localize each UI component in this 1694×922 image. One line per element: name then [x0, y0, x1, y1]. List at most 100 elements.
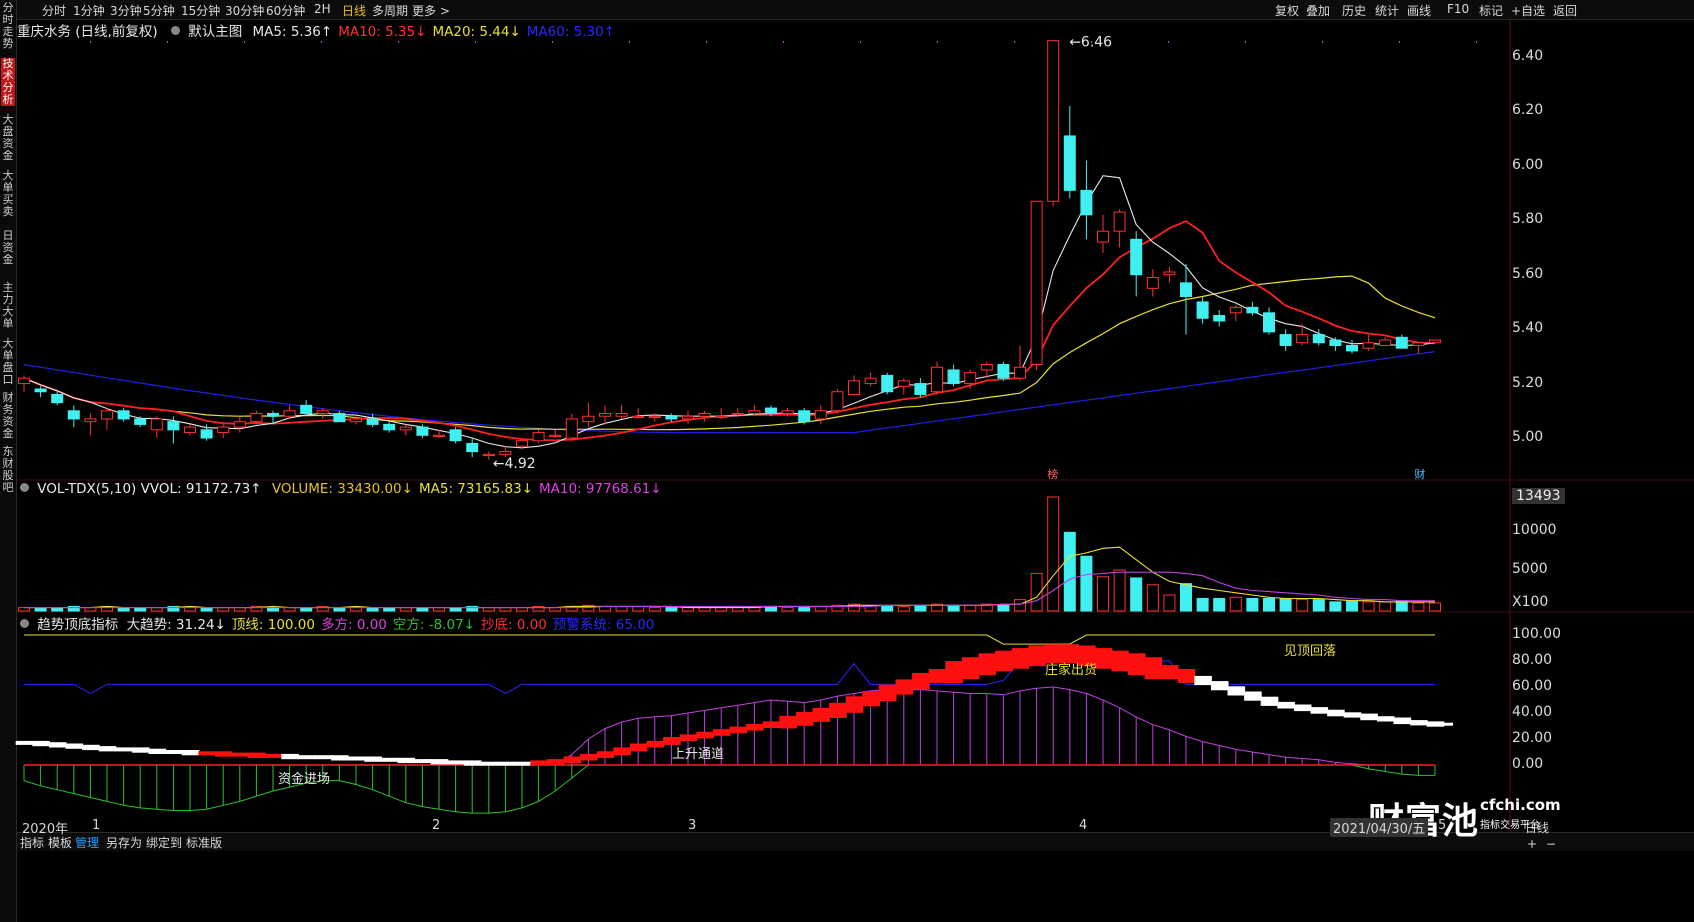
- trend-block-red: [214, 751, 233, 757]
- indicator-axis-label: 0.00: [1512, 756, 1544, 772]
- volume-axis-label: X100: [1512, 594, 1549, 610]
- chart-canvas[interactable]: ←6.46 ←4.92 榜 财资金进场 上升通道 庄家出货 见顶回落: [0, 0, 1694, 922]
- indicator-annotation: 庄家出货: [1045, 662, 1097, 678]
- trend-block-white: [331, 755, 349, 761]
- trend-block-white: [32, 740, 50, 747]
- candle-body: [648, 415, 661, 418]
- trend-block-white: [1435, 722, 1453, 726]
- trend-block-red: [264, 753, 283, 758]
- trend-block-white: [165, 750, 183, 754]
- volume-bar: [615, 605, 628, 612]
- candle-body: [599, 413, 611, 417]
- trend-block-red: [696, 731, 714, 739]
- trend-block-red: [231, 752, 250, 757]
- candle-body: [350, 418, 362, 423]
- candle-body: [897, 380, 910, 387]
- candle-body: [532, 432, 545, 442]
- bottom-tab[interactable]: 标准版: [186, 834, 222, 851]
- volume-bar: [1180, 583, 1192, 612]
- volume-bar: [1163, 594, 1176, 612]
- candle-body: [51, 393, 64, 404]
- marker-dot: [1399, 41, 1400, 43]
- volume-bar: [1246, 597, 1259, 612]
- volume-axis-label: 5000: [1512, 561, 1548, 577]
- candle-body: [1279, 334, 1292, 346]
- candle-body: [366, 418, 379, 425]
- bottom-tab[interactable]: 管理: [75, 834, 99, 851]
- volume-bar: [1196, 597, 1209, 612]
- trend-block-white: [447, 760, 465, 765]
- candle-body: [433, 434, 445, 437]
- trend-block-red: [248, 752, 266, 758]
- volume-bar: [947, 604, 960, 612]
- date-axis-label: 4: [1079, 818, 1088, 833]
- candle-body: [1047, 40, 1060, 202]
- event-marker-cai: 财: [1414, 467, 1425, 481]
- candle-body: [150, 418, 163, 431]
- indicator-annotation: 见顶回落: [1284, 644, 1336, 659]
- candle-body: [615, 413, 628, 417]
- volume-bar: [997, 604, 1010, 612]
- bottom-tab[interactable]: 另存为: [106, 834, 142, 851]
- volume-bar: [665, 607, 678, 612]
- trend-block-red: [563, 756, 582, 764]
- candle-body: [1030, 200, 1043, 366]
- marker-dot: [1014, 41, 1015, 43]
- candle-body: [383, 423, 396, 431]
- zoom-control[interactable]: +: [1527, 837, 1537, 851]
- candle-body: [914, 383, 927, 395]
- date-axis-label: 2021/04/30/五: [1330, 818, 1429, 837]
- marker-dot: [629, 41, 630, 43]
- candle-body: [1429, 339, 1441, 344]
- trend-block-white: [1376, 716, 1395, 722]
- date-axis-label: 3: [688, 818, 697, 833]
- candle-body: [1097, 230, 1109, 243]
- volume-bar: [1429, 602, 1441, 612]
- volume-bar: [1063, 531, 1076, 612]
- volume-bar: [1213, 597, 1226, 612]
- volume-bar: [648, 607, 661, 612]
- candle-body: [200, 429, 213, 439]
- trend-block-white: [1194, 675, 1212, 686]
- bear-line: [23, 764, 1435, 814]
- candle-body: [980, 364, 993, 371]
- low-price-label: ←4.92: [493, 456, 536, 472]
- marker-dot: [937, 41, 938, 43]
- candle-body: [698, 413, 711, 417]
- volume-bar: [798, 607, 811, 612]
- volume-bar: [1097, 576, 1109, 612]
- candle-body: [798, 410, 811, 423]
- indicator-axis-label: 80.00: [1512, 652, 1553, 668]
- candle-body: [731, 413, 744, 416]
- trend-block-red: [1061, 644, 1080, 664]
- ma10-line: [23, 220, 1436, 442]
- volume-bar: [897, 605, 910, 612]
- trend-block-white: [1360, 713, 1378, 721]
- trend-block-red: [945, 661, 963, 683]
- watermark-slogan: 指标交易平台: [1480, 820, 1540, 831]
- candle-body: [250, 413, 263, 423]
- trend-block-red: [1111, 650, 1129, 672]
- trend-block-red: [1011, 648, 1030, 669]
- trend-block-red: [829, 702, 847, 718]
- trend-block-red: [912, 672, 930, 690]
- price-axis-label: 5.40: [1512, 320, 1544, 337]
- trend-block-white: [297, 755, 316, 760]
- indicator-annotation: 资金进场: [278, 771, 330, 787]
- trend-block-white: [414, 759, 432, 764]
- bottom-tab[interactable]: 绑定到: [146, 834, 182, 851]
- trend-block-red: [762, 721, 781, 728]
- trend-block-red: [978, 653, 997, 676]
- trend-block-white: [1393, 717, 1412, 725]
- candle-body: [831, 391, 844, 412]
- trend-block-white: [98, 746, 117, 752]
- indicator-axis-label: 60.00: [1512, 678, 1553, 694]
- candle-body: [864, 377, 877, 385]
- trend-block-red: [845, 696, 864, 713]
- candle-body: [682, 415, 694, 420]
- trend-block-white: [1277, 701, 1295, 709]
- candle-body: [1412, 342, 1425, 346]
- trend-block-red: [1161, 665, 1179, 679]
- zoom-control[interactable]: −: [1546, 837, 1556, 851]
- candle-body: [781, 410, 794, 415]
